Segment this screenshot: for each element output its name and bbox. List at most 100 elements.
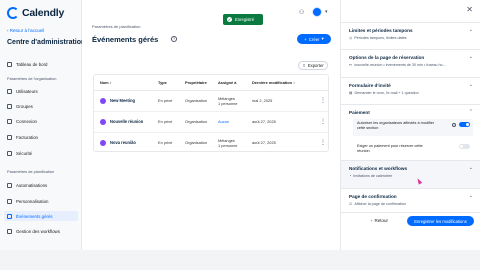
event-owner: Organisation [179,111,212,133]
create-button-label: Créer [308,36,320,42]
table-row[interactable]: Nouvelle réunion En privé Organisation A… [94,111,328,133]
event-name: Nouvelle réunion [110,119,144,124]
sidebar-item-workflows[interactable]: Gestion des workflows [4,226,78,236]
chevron-down-icon: ⌄ [468,27,473,33]
section-subtitle: ▤ Demander le nom, l'e-mail + 1 question [349,91,419,95]
breadcrumb: Paramètres de planification [92,24,141,29]
link-icon: ⚯ [349,63,353,67]
sidebar-item-groups[interactable]: Groupes [4,101,78,111]
more-options-icon[interactable]: ⋮ [316,132,328,151]
chevron-up-icon[interactable]: ⌃ [469,109,473,115]
column-header-type: Type [152,75,179,91]
sidebar-item-billing[interactable]: Facturation [4,132,78,142]
back-button[interactable]: ‹ Retour [371,218,388,223]
login-icon [7,118,12,124]
sidebar-item-security[interactable]: Sécurité [4,148,78,158]
form-icon: ▤ [349,91,353,95]
save-changes-button[interactable]: Enregistrer les modifications [407,216,474,226]
sidebar-item-login[interactable]: Connexion [4,116,78,126]
dashboard-icon [7,61,12,67]
payment-option-allow-edit[interactable]: Autoriser les organisateurs affectés à m… [353,119,473,136]
sidebar-section-organization: Paramètres de l'organisation [7,76,57,81]
event-type: En privé [152,90,179,112]
help-icon[interactable]: ? [171,36,177,42]
sidebar-item-users[interactable]: Utilisateurs [4,86,78,96]
payment-option-label: Autoriser les organisateurs affectés à m… [357,121,435,130]
sidebar-item-label: Événements gérés [16,213,53,219]
section-subtitle: ◔ Invitations de calendrier [349,174,393,178]
sidebar-item-automations[interactable]: Automatisations [4,180,78,190]
event-type: En privé [152,111,179,133]
chevron-down-icon: ⌄ [468,193,473,199]
event-modified: août 27, 2025 [246,111,316,133]
sidebar-item-label: Automatisations [16,182,48,188]
section-limits[interactable]: Limites et périodes tampons ⌄ ◷ Périodes … [341,22,480,49]
event-modified: août 27, 2025 [252,140,276,146]
event-assigned: Mélanges 1 personne [212,90,246,112]
table-row[interactable]: New Meeting En privé Organisation Mélang… [94,90,328,112]
more-options-icon[interactable]: ⋮ [316,90,328,112]
panel-footer: ‹ Retour Enregistrer les modifications [341,212,480,250]
chevron-down-icon: ⌄ [468,54,473,60]
back-link-label: Retour à l'accueil [9,28,45,33]
sidebar-item-label: Sécurité [16,150,33,156]
sidebar-item-label: Tableau de bord [16,61,48,67]
section-subtitle: ☑ Afficher la page de confirmation [349,202,407,206]
billing-icon [7,134,12,140]
check-circle-icon: ✓ [227,17,232,22]
require-payment-toggle[interactable] [459,144,470,149]
info-icon[interactable] [452,123,456,127]
sidebar-item-label: Utilisateurs [16,88,38,94]
chevron-down-icon: ⌄ [468,82,473,88]
automation-icon [7,182,12,188]
event-type: En privé [158,140,173,146]
column-header-name[interactable]: Nom ↕ [94,75,152,91]
sidebar-item-label: Groupes [16,103,33,109]
users-icon [7,88,12,94]
main-content: ✓ Enregistré ⚇ ▾ Paramètres de planifica… [82,0,340,250]
event-owner: Organisation [185,140,208,146]
saved-toast: ✓ Enregistré [223,14,263,25]
column-header-actions [316,75,328,91]
sidebar-item-label: Connexion [16,118,37,124]
column-header-modified[interactable]: Dernière modification ↕ [246,75,316,91]
section-subtitle: ◷ Périodes tampons, limites dates [349,36,407,40]
event-name: Nova reunião [110,140,136,146]
allow-edit-toggle[interactable] [459,122,470,127]
calendar-icon [7,213,12,219]
sidebar-item-label: Facturation [16,134,38,140]
section-notifications[interactable]: Notifications et workflows ⌄ ◔ Invitation… [341,160,480,188]
app-window: Calendly ‹ Retour à l'accueil Centre d'a… [0,0,480,250]
sidebar-item-dashboard[interactable]: Tableau de bord [4,59,78,69]
section-booking-page[interactable]: Options de la page de réservation ⌄ ⚯/no… [341,49,480,77]
close-icon[interactable]: ✕ [466,5,473,14]
more-options-icon[interactable]: ⋮ [316,111,328,133]
user-add-icon[interactable]: ⚇ [299,9,304,16]
logo[interactable]: Calendly [7,7,64,19]
event-modified: mai 2, 2025 [246,90,316,112]
groups-icon [7,103,12,109]
chevron-down-icon[interactable]: ▾ [325,9,328,15]
sidebar-item-customization[interactable]: Personnalisation [4,196,78,206]
create-button[interactable]: + Créer ▾ [297,34,331,44]
payment-option-require-payment[interactable]: Exiger un paiement pour réserver cette r… [353,141,473,158]
event-settings-panel: ✕ Limites et périodes tampons ⌄ ◷ Période… [340,0,480,250]
table-header-row: Nom ↕ Type Propriétaire Assigné à Derniè… [94,75,328,91]
back-to-home-link[interactable]: ‹ Retour à l'accueil [7,28,44,33]
avatar[interactable] [312,7,322,17]
event-assigned[interactable]: Aucun [212,111,246,133]
section-title: Formulaire d'invité [349,83,391,88]
workflow-icon [7,228,12,234]
export-icon: ⇪ [302,63,306,68]
event-assigned: Mélanges 1 personne [218,137,238,148]
calendly-logo-icon [7,7,19,19]
section-confirmation[interactable]: Page de confirmation ⌄ ☑ Afficher la page… [341,188,480,212]
section-title: Limites et périodes tampons [349,28,413,33]
sidebar-item-managed-events[interactable]: Événements gérés [4,211,78,221]
back-button-label: Retour [374,218,389,223]
column-header-owner: Propriétaire [179,75,212,91]
table-row[interactable]: Nova reunião En privé Organisation Mélan… [94,132,328,151]
section-title: Options de la page de réservation [349,55,425,60]
export-button[interactable]: ⇪ Exporter [298,61,328,70]
section-invitee-form[interactable]: Formulaire d'invité ⌄ ▤ Demander le nom, … [341,77,480,104]
